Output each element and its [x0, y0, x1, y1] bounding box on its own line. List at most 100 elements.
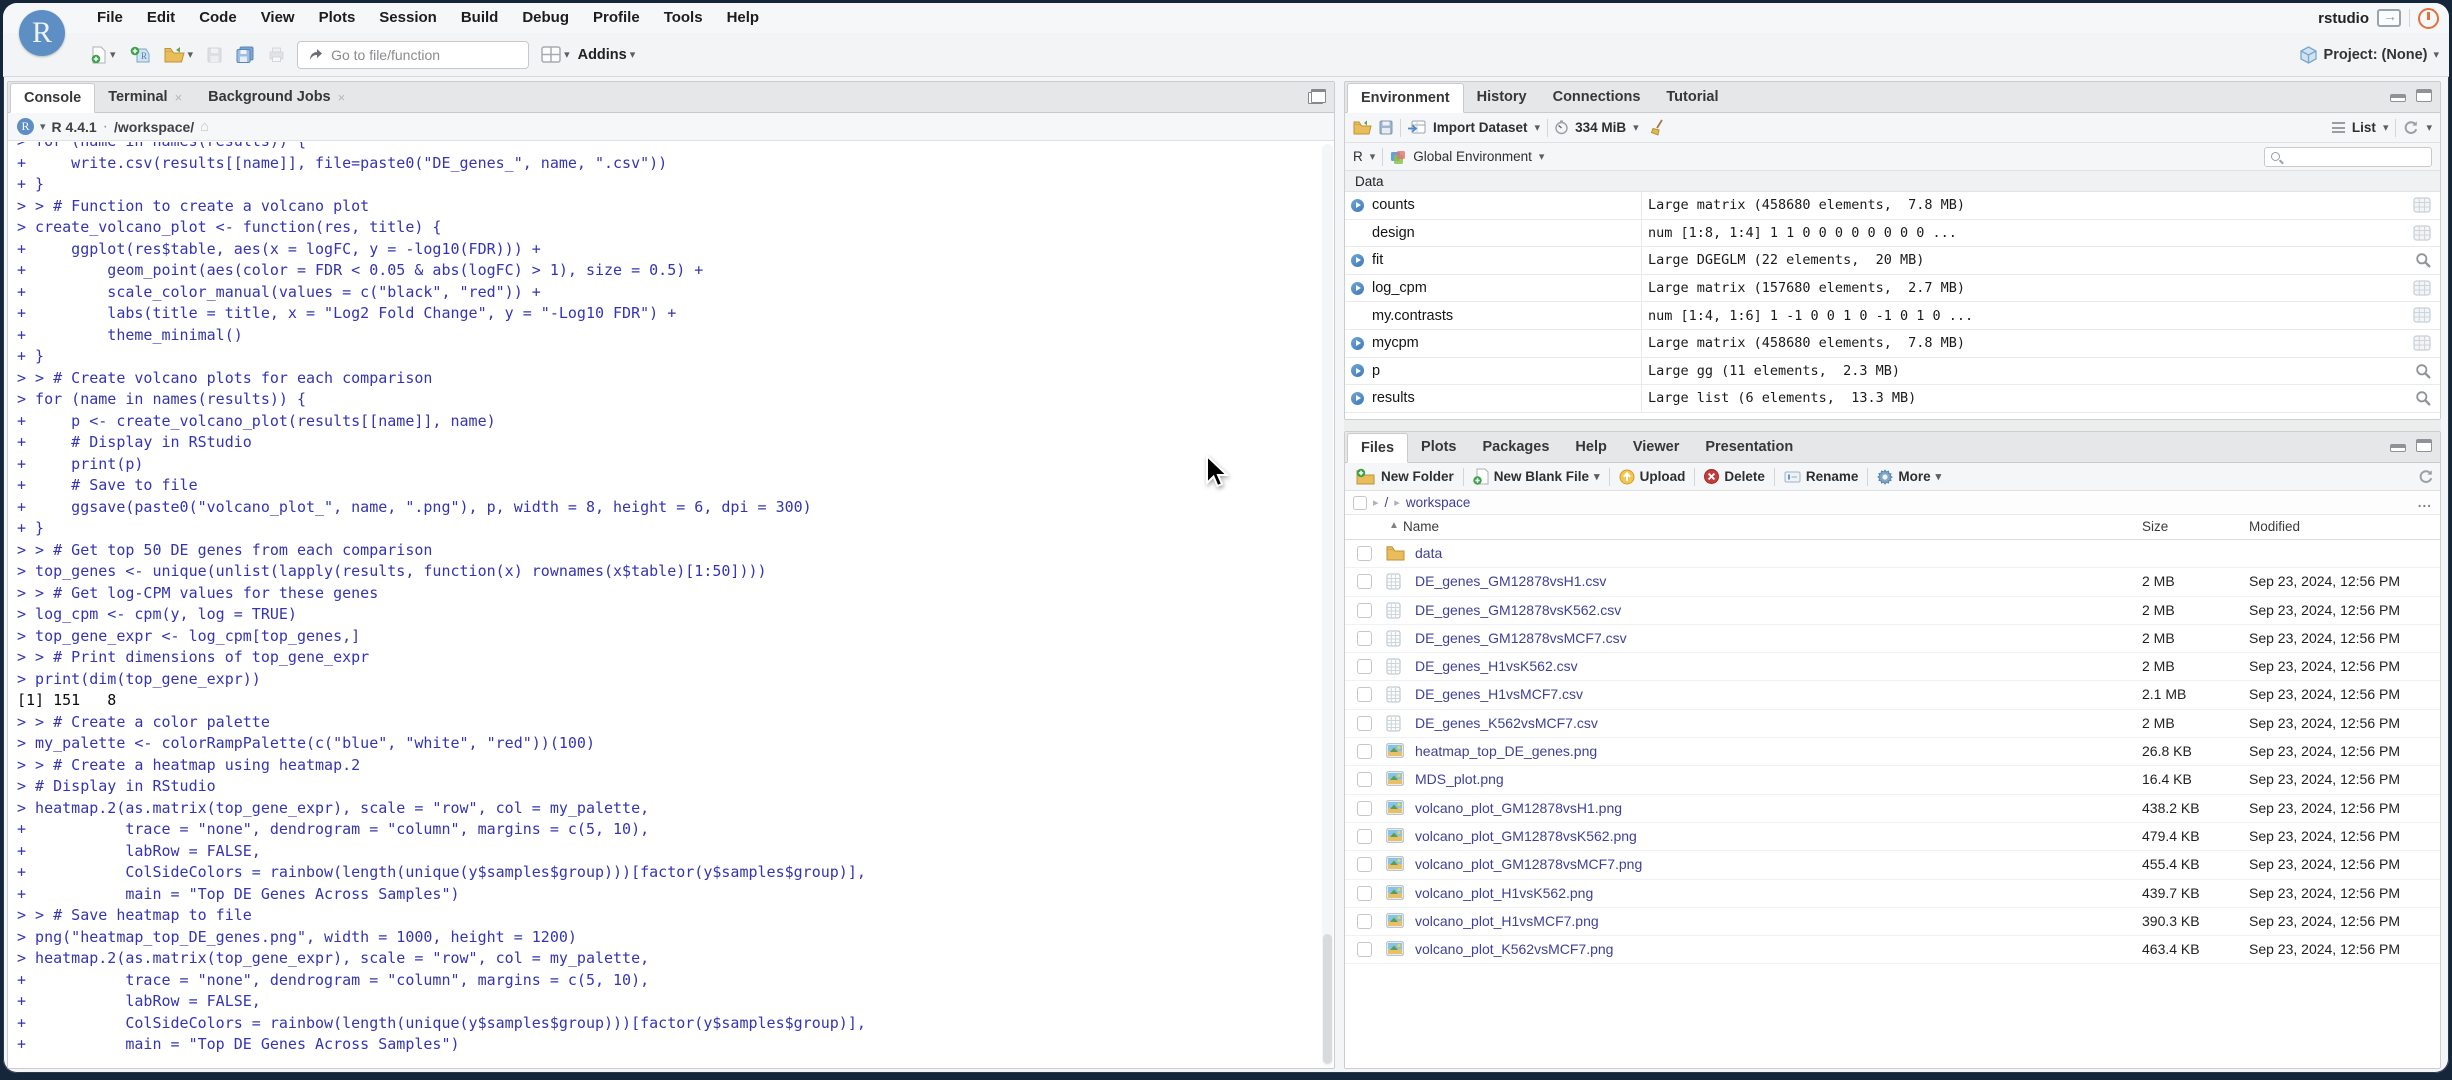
file-checkbox[interactable]: [1357, 857, 1372, 873]
power-icon[interactable]: [2418, 7, 2439, 29]
close-icon[interactable]: ×: [175, 90, 183, 105]
expand-icon[interactable]: [1351, 281, 1364, 295]
open-workspace-icon[interactable]: [1353, 120, 1372, 135]
addins-button[interactable]: Addins ▾: [574, 44, 640, 66]
pane-layout-button[interactable]: ▾: [537, 43, 574, 66]
close-icon[interactable]: ×: [338, 90, 346, 105]
file-checkbox[interactable]: [1357, 913, 1372, 929]
maximize-pane-icon[interactable]: [2416, 439, 2432, 452]
grid-icon[interactable]: [2413, 197, 2431, 218]
menu-item-edit[interactable]: Edit: [135, 3, 187, 33]
tab-files[interactable]: Files: [1347, 433, 1409, 463]
file-checkbox[interactable]: [1357, 715, 1372, 731]
column-header-size[interactable]: Size: [2142, 519, 2168, 534]
magnifier-icon[interactable]: [2415, 390, 2431, 411]
environment-row[interactable]: results Large list (6 elements, 13.3 MB): [1345, 385, 2440, 413]
upload-button[interactable]: Upload: [1614, 467, 1691, 487]
minimize-pane-icon[interactable]: [2390, 93, 2406, 102]
refresh-icon[interactable]: [2403, 120, 2419, 136]
console-output[interactable]: > for (name in names(results)) {+ write.…: [8, 142, 1320, 1068]
select-all-checkbox[interactable]: [1353, 495, 1367, 510]
file-name-link[interactable]: DE_genes_GM12878vsH1.csv: [1415, 573, 1606, 589]
save-all-button[interactable]: [232, 43, 258, 66]
tab-environment[interactable]: Environment: [1347, 83, 1464, 113]
file-row[interactable]: volcano_plot_GM12878vsMCF7.png 455.4 KB Se…: [1345, 851, 2440, 880]
file-name-link[interactable]: volcano_plot_H1vsK562.png: [1415, 885, 1593, 901]
goto-file-box[interactable]: Go to file/function: [297, 40, 530, 69]
file-name-link[interactable]: DE_genes_GM12878vsK562.csv: [1415, 602, 1621, 618]
r-icon[interactable]: R: [17, 118, 34, 135]
file-checkbox[interactable]: [1357, 744, 1372, 760]
menu-item-session[interactable]: Session: [367, 3, 449, 33]
environment-row[interactable]: fit Large DGEGLM (22 elements, 20 MB): [1345, 247, 2440, 275]
menu-item-view[interactable]: View: [249, 3, 307, 33]
new-file-button[interactable]: ▾: [87, 43, 120, 67]
file-row[interactable]: heatmap_top_DE_genes.png 26.8 KB Sep 23, 2…: [1345, 738, 2440, 767]
maximize-pane-icon[interactable]: [2416, 89, 2432, 102]
file-checkbox[interactable]: [1357, 885, 1372, 901]
file-row[interactable]: DE_genes_GM12878vsH1.csv 2 MB Sep 23, 2024…: [1345, 568, 2440, 597]
file-row[interactable]: volcano_plot_H1vsK562.png 439.7 KB Sep 23,…: [1345, 880, 2440, 908]
magnifier-icon[interactable]: [2415, 363, 2431, 384]
menu-item-tools[interactable]: Tools: [652, 3, 715, 33]
new-blank-file-button[interactable]: New Blank File ▾: [1468, 466, 1605, 487]
tab-connections[interactable]: Connections: [1540, 82, 1654, 112]
grid-icon[interactable]: [2413, 225, 2431, 246]
menu-item-code[interactable]: Code: [187, 3, 249, 33]
maximize-pane-icon[interactable]: [1308, 89, 1326, 104]
tab-presentation[interactable]: Presentation: [1692, 432, 1806, 462]
magnifier-icon[interactable]: [2415, 252, 2431, 273]
r-language-selector[interactable]: R: [1353, 149, 1363, 164]
environment-row[interactable]: counts Large matrix (458680 elements, 7.8…: [1345, 192, 2440, 220]
new-folder-button[interactable]: New Folder: [1351, 466, 1459, 487]
menu-item-build[interactable]: Build: [449, 3, 511, 33]
expand-icon[interactable]: [1351, 391, 1364, 405]
file-checkbox[interactable]: [1357, 546, 1372, 561]
save-workspace-icon[interactable]: [1379, 120, 1393, 135]
list-view-button[interactable]: List: [2352, 120, 2376, 135]
file-name-link[interactable]: DE_genes_H1vsMCF7.csv: [1415, 686, 1583, 702]
environment-scope-selector[interactable]: Global Environment: [1413, 149, 1532, 164]
file-row[interactable]: volcano_plot_GM12878vsK562.png 479.4 KB Se…: [1345, 823, 2440, 852]
tab-viewer[interactable]: Viewer: [1620, 432, 1693, 462]
file-checkbox[interactable]: [1357, 800, 1372, 816]
environment-row[interactable]: my.contrasts num [1:4, 1:6] 1 -1 0 0 1 0 …: [1345, 302, 2440, 330]
file-checkbox[interactable]: [1357, 630, 1372, 646]
file-name-link[interactable]: heatmap_top_DE_genes.png: [1415, 743, 1597, 759]
tab-help[interactable]: Help: [1562, 432, 1619, 462]
file-name-link[interactable]: DE_genes_H1vsK562.csv: [1415, 658, 1578, 674]
tab-history[interactable]: History: [1464, 82, 1540, 112]
breadcrumb-root[interactable]: /: [1385, 495, 1389, 510]
file-name-link[interactable]: data: [1415, 545, 1442, 561]
menu-item-plots[interactable]: Plots: [307, 3, 368, 33]
open-file-button[interactable]: ▾: [160, 43, 198, 66]
environment-row[interactable]: log_cpm Large matrix (157680 elements, 2.…: [1345, 274, 2440, 303]
breadcrumb-folder[interactable]: workspace: [1406, 495, 1471, 510]
file-checkbox[interactable]: [1357, 942, 1372, 958]
menu-item-profile[interactable]: Profile: [581, 3, 652, 33]
environment-row[interactable]: design num [1:8, 1:4] 1 1 0 0 0 0 0 0 0 0…: [1345, 219, 2440, 248]
print-button[interactable]: [264, 44, 289, 65]
file-name-link[interactable]: volcano_plot_GM12878vsMCF7.png: [1415, 856, 1642, 872]
menu-item-debug[interactable]: Debug: [510, 3, 581, 33]
tab-tutorial[interactable]: Tutorial: [1653, 82, 1731, 112]
tab-plots[interactable]: Plots: [1408, 432, 1469, 462]
project-selector[interactable]: Project: (None): [2324, 47, 2428, 63]
sign-out-icon[interactable]: [2377, 8, 2401, 27]
clear-objects-icon[interactable]: [1650, 119, 1667, 136]
expand-icon[interactable]: [1351, 364, 1364, 378]
grid-icon[interactable]: [2413, 335, 2431, 356]
home-icon[interactable]: ⌂: [200, 118, 209, 135]
file-checkbox[interactable]: [1357, 772, 1372, 788]
file-row[interactable]: volcano_plot_K562vsMCF7.png 463.4 KB Sep 2…: [1345, 936, 2440, 965]
file-name-link[interactable]: DE_genes_GM12878vsMCF7.csv: [1415, 630, 1627, 646]
file-name-link[interactable]: volcano_plot_GM12878vsH1.png: [1415, 800, 1622, 816]
file-name-link[interactable]: volcano_plot_H1vsMCF7.png: [1415, 913, 1599, 929]
file-name-link[interactable]: DE_genes_K562vsMCF7.csv: [1415, 715, 1598, 731]
environment-search-input[interactable]: [2264, 146, 2432, 167]
file-row[interactable]: volcano_plot_H1vsMCF7.png 390.3 KB Sep 23,…: [1345, 908, 2440, 937]
menu-item-file[interactable]: File: [85, 3, 135, 33]
file-name-link[interactable]: volcano_plot_K562vsMCF7.png: [1415, 941, 1613, 957]
tab-background-jobs[interactable]: Background Jobs ×: [195, 82, 358, 112]
horizontal-splitter[interactable]: [1344, 420, 2441, 431]
